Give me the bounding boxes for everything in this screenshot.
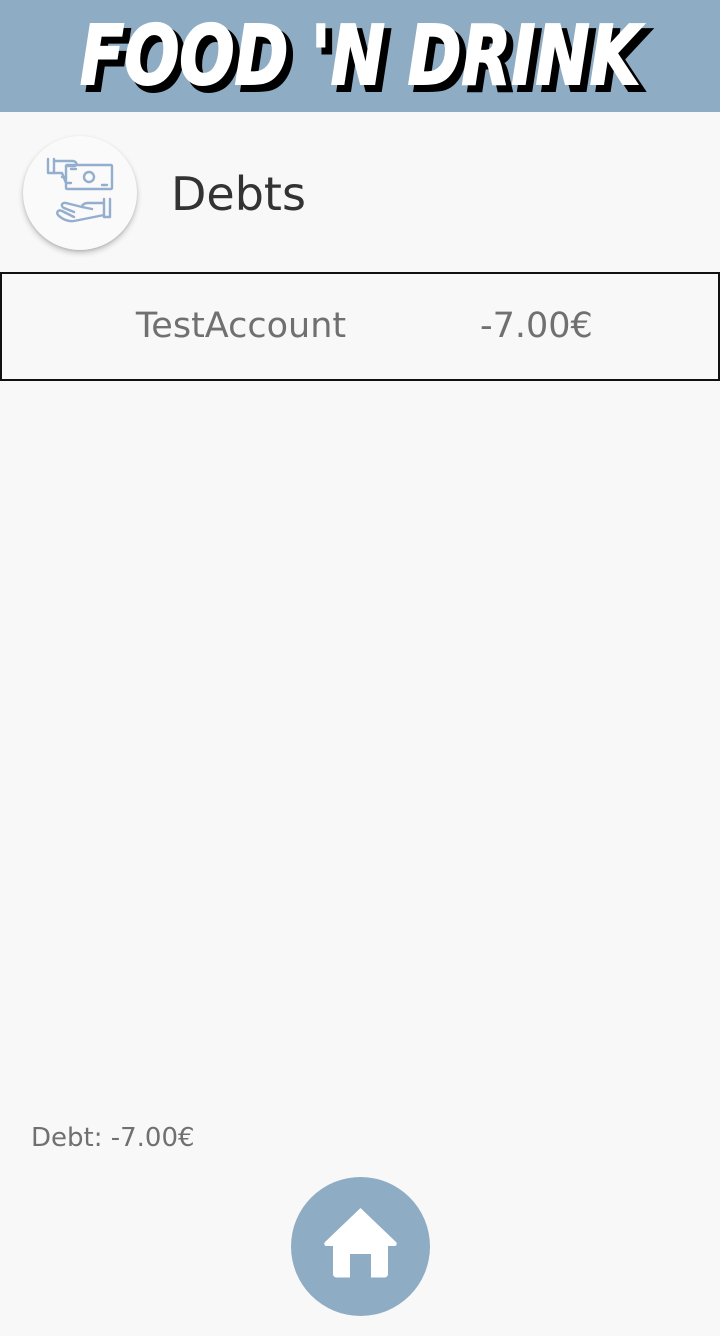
brand-logo: FOOD 'N DRINK FOOD 'N DRINK [79, 8, 652, 112]
debt-list-item[interactable]: TestAccount -7.00€ [0, 272, 720, 381]
debt-account-name: TestAccount [135, 306, 347, 346]
top-banner: FOOD 'N DRINK FOOD 'N DRINK [0, 0, 720, 112]
page-header: Debts [0, 112, 720, 272]
hand-money-icon [46, 157, 114, 223]
page-title: Debts [171, 167, 306, 221]
svg-text:FOOD 'N DRINK: FOOD 'N DRINK [80, 9, 644, 104]
app-screen: FOOD 'N DRINK FOOD 'N DRINK Debts TestAc… [0, 0, 720, 1336]
total-debt-label: Debt: -7.00€ [31, 1123, 195, 1153]
debts-icon-badge [23, 136, 137, 250]
home-button[interactable] [291, 1177, 430, 1316]
debt-amount: -7.00€ [480, 306, 593, 346]
home-icon [324, 1208, 397, 1278]
